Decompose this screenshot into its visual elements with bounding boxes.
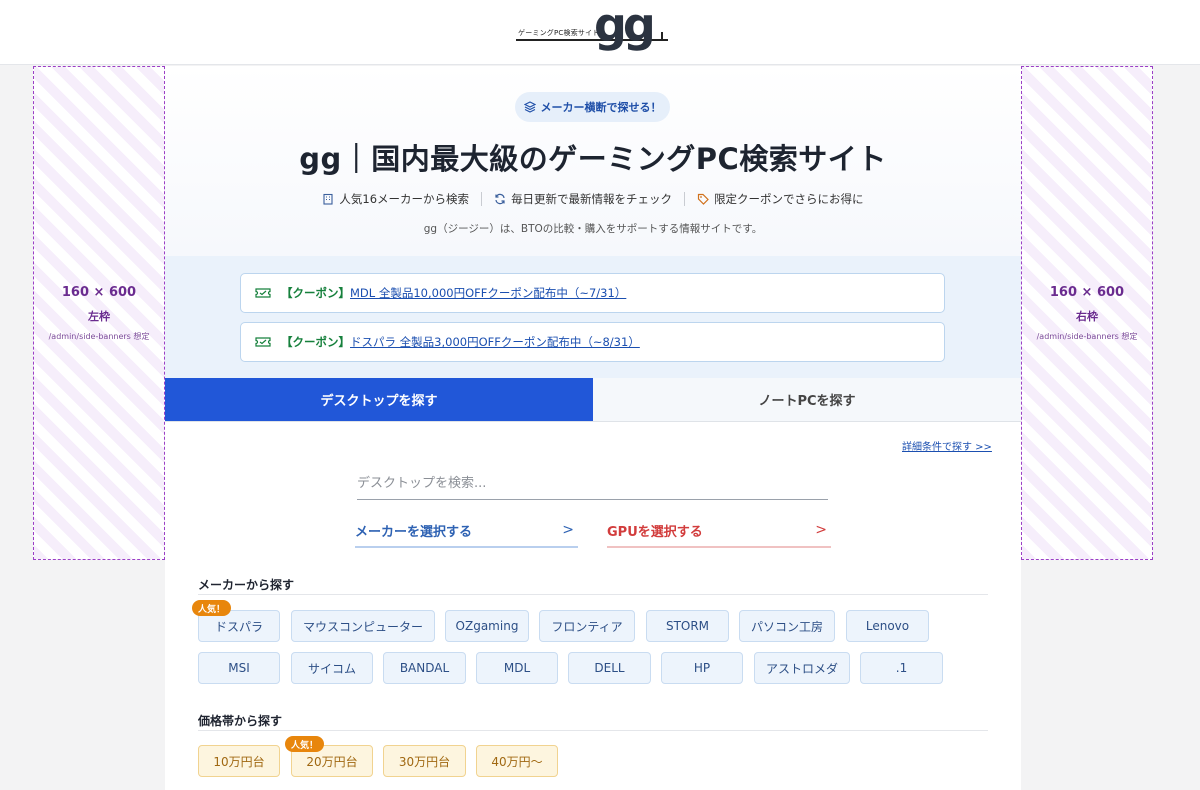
left-side-banner[interactable]: 160 × 600 左枠 /admin/side-banners 想定 bbox=[33, 66, 165, 560]
tag-icon bbox=[697, 193, 709, 205]
main-content: メーカー横断で探せる！ gg｜国内最大級のゲーミングPC検索サイト 人気16メー… bbox=[165, 66, 1021, 790]
maker-chip[interactable]: アストロメダ bbox=[754, 652, 850, 684]
feature-label: 人気16メーカーから検索 bbox=[339, 192, 470, 206]
building-icon bbox=[323, 193, 333, 205]
price-section-title: 価格帯から探す bbox=[198, 714, 283, 728]
maker-chip[interactable]: フロンティア bbox=[539, 610, 635, 642]
maker-chip[interactable]: DELL bbox=[568, 652, 651, 684]
hero-pill-label: メーカー横断で探せる！ bbox=[540, 101, 662, 114]
maker-chip[interactable]: BANDAL bbox=[383, 652, 466, 684]
ticket-icon bbox=[255, 288, 271, 298]
price-chip[interactable]: 40万円〜 bbox=[476, 745, 558, 777]
feature-item: 限定クーポンでさらにお得に bbox=[697, 191, 864, 207]
tab-desktop[interactable]: デスクトップを探す bbox=[165, 378, 593, 421]
banner-position-label: 左枠 bbox=[88, 310, 110, 323]
chevron-right-icon: > bbox=[815, 522, 827, 538]
feature-item: 人気16メーカーから検索 bbox=[322, 191, 469, 207]
popular-badge: 人気！ bbox=[192, 600, 232, 616]
coupon-link[interactable]: MDL 全製品10,000円OFFクーポン配布中（~7/31） bbox=[350, 285, 626, 301]
logo-subtitle: ゲーミングPC検索サイト bbox=[518, 29, 600, 37]
hero-description: gg（ジージー）は、BTOの比較・購入をサポートする情報サイトです。 bbox=[423, 223, 763, 235]
gpu-select-label: GPUを選択する bbox=[607, 524, 703, 540]
search-input[interactable] bbox=[357, 468, 828, 499]
layers-icon bbox=[523, 101, 536, 113]
section-divider bbox=[198, 730, 988, 731]
maker-chip[interactable]: Lenovo bbox=[846, 610, 929, 642]
feature-divider bbox=[481, 192, 483, 206]
maker-chip[interactable]: MDL bbox=[476, 652, 558, 684]
product-tabs: デスクトップを探す ノートPCを探す bbox=[165, 378, 1021, 422]
page-title: gg｜国内最大級のゲーミングPC検索サイト bbox=[299, 142, 887, 176]
maker-select-label: メーカーを選択する bbox=[355, 524, 473, 540]
chevron-right-icon: > bbox=[562, 522, 574, 538]
site-header: ゲーミングPC検索サイト gg bbox=[0, 0, 1200, 65]
banner-note: /admin/side-banners 想定 bbox=[1036, 332, 1138, 341]
ticket-icon bbox=[255, 337, 271, 347]
refresh-icon bbox=[495, 193, 505, 205]
price-chip[interactable]: 10万円台 bbox=[198, 745, 280, 777]
maker-section-title: メーカーから探す bbox=[198, 578, 295, 592]
maker-chip[interactable]: MSI bbox=[198, 652, 280, 684]
coupon-banner[interactable]: 【クーポン】 MDL 全製品10,000円OFFクーポン配布中（~7/31） bbox=[240, 273, 945, 313]
feature-list: 人気16メーカーから検索 毎日更新で最新情報をチェック 限定クーポンでさらにお得… bbox=[165, 191, 1021, 207]
coupon-section: 【クーポン】 MDL 全製品10,000円OFFクーポン配布中（~7/31） 【… bbox=[165, 256, 1021, 378]
coupon-link[interactable]: ドスパラ 全製品3,000円OFFクーポン配布中（~8/31） bbox=[350, 334, 640, 350]
tab-notebook[interactable]: ノートPCを探す bbox=[593, 378, 1021, 421]
feature-item: 毎日更新で最新情報をチェック bbox=[494, 191, 672, 207]
right-side-banner[interactable]: 160 × 600 右枠 /admin/side-banners 想定 bbox=[1021, 66, 1153, 560]
banner-note: /admin/side-banners 想定 bbox=[48, 332, 150, 341]
maker-chip[interactable]: サイコム bbox=[291, 652, 373, 684]
popular-badge: 人気！ bbox=[285, 736, 325, 752]
coupon-tag: 【クーポン】 bbox=[281, 286, 350, 300]
banner-size-label: 160 × 600 bbox=[61, 285, 137, 300]
hero-section: メーカー横断で探せる！ gg｜国内最大級のゲーミングPC検索サイト 人気16メー… bbox=[165, 66, 1021, 256]
section-divider bbox=[198, 594, 988, 595]
maker-chip[interactable]: HP bbox=[661, 652, 743, 684]
price-chip[interactable]: 30万円台 bbox=[383, 745, 466, 777]
logo-tick bbox=[661, 32, 663, 40]
maker-chip[interactable]: パソコン工房 bbox=[739, 610, 835, 642]
maker-chip[interactable]: OZgaming bbox=[445, 610, 529, 642]
gpu-select[interactable]: GPUを選択する > bbox=[607, 514, 831, 548]
feature-divider bbox=[684, 192, 686, 206]
maker-chip[interactable]: マウスコンピューター bbox=[291, 610, 435, 642]
maker-chip[interactable]: .1 bbox=[860, 652, 943, 684]
hero-pill: メーカー横断で探せる！ bbox=[515, 92, 670, 122]
feature-label: 毎日更新で最新情報をチェック bbox=[511, 192, 673, 206]
logo-mark: gg bbox=[594, 0, 656, 52]
banner-position-label: 右枠 bbox=[1076, 310, 1098, 323]
site-logo[interactable]: ゲーミングPC検索サイト gg bbox=[516, 2, 672, 56]
search-field bbox=[357, 468, 828, 500]
detail-search-link[interactable]: 詳細条件で探す >> bbox=[902, 438, 992, 453]
coupon-tag: 【クーポン】 bbox=[281, 335, 350, 349]
banner-size-label: 160 × 600 bbox=[1049, 285, 1125, 300]
feature-label: 限定クーポンでさらにお得に bbox=[714, 192, 864, 206]
coupon-banner[interactable]: 【クーポン】 ドスパラ 全製品3,000円OFFクーポン配布中（~8/31） bbox=[240, 322, 945, 362]
maker-select[interactable]: メーカーを選択する > bbox=[355, 514, 578, 548]
maker-chip[interactable]: STORM bbox=[646, 610, 729, 642]
